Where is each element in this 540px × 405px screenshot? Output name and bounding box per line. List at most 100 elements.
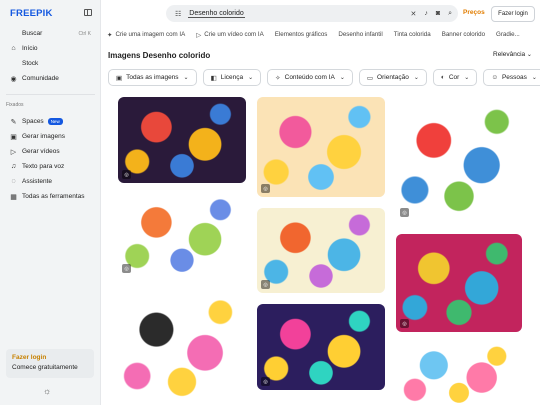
sidebar-item-texto-para-voz[interactable]: ♫ Texto para voz [0, 159, 101, 174]
sidebar-item-comunidade[interactable]: ◉ Comunidade [0, 71, 101, 86]
sidebar-item-inicio[interactable]: ⌂ Início [0, 41, 101, 56]
home-icon: ⌂ [11, 45, 16, 52]
ai-generated-icon: ◎ [122, 264, 131, 273]
filter-label: Conteúdo com IA [284, 74, 335, 81]
image-card[interactable]: ◎ [257, 208, 385, 293]
image-card[interactable]: ◎ [257, 97, 385, 197]
suggestion-colored-paint[interactable]: Tinta colorida [394, 29, 431, 40]
sidebar: FREEPIK Buscar Ctrl K ⌂ Início Stock ◉ C… [0, 0, 101, 405]
filter-orientation[interactable]: ▭ Orientação ⌄ [358, 69, 427, 86]
filter-label: Todas as imagens [126, 74, 179, 81]
suggestion-graphic-elements[interactable]: Elementos gráficos [275, 29, 328, 40]
voice-icon: ♫ [10, 163, 17, 170]
image-card[interactable] [118, 289, 246, 405]
sidebar-item-spaces[interactable]: ✎ Spaces New [0, 114, 101, 129]
search-input[interactable]: Desenho colorido [188, 10, 245, 18]
shortcut-hint: Ctrl K [78, 30, 92, 37]
microphone-icon[interactable]: ♪ [424, 10, 428, 18]
sidebar-item-gerar-videos[interactable]: ▷ Gerar vídeos [0, 144, 101, 159]
image-card[interactable]: ◎ [396, 97, 522, 221]
filter-license[interactable]: ◧ Licença ⌄ [202, 69, 262, 86]
sidebar-item-label: Gerar vídeos [22, 148, 60, 155]
ai-generated-icon: ◎ [400, 208, 409, 217]
search-icon[interactable]: ⌕ [448, 10, 452, 18]
chevron-down-icon: ⌄ [413, 75, 419, 81]
community-icon: ◉ [10, 75, 17, 83]
filter-all-images[interactable]: ▣ Todas as imagens ⌄ [108, 69, 197, 86]
search-bar[interactable]: ☷ Desenho colorido ✕ ♪ ◙ ⌕ [166, 5, 458, 22]
chevron-down-icon: ⌄ [183, 75, 189, 81]
clear-icon[interactable]: ✕ [410, 10, 416, 18]
image-card[interactable]: ◎ [118, 193, 246, 277]
filter-color[interactable]: ◐ Cor ⌄ [432, 69, 478, 86]
palette-icon: ◐ [440, 74, 445, 81]
filter-label: Pessoas [501, 74, 527, 81]
grid-icon: ▦ [10, 193, 17, 201]
chevron-down-icon: ⌄ [248, 75, 254, 81]
sidebar-item-label: Gerar imagens [22, 133, 65, 140]
sidebar-item-label: Texto para voz [22, 163, 65, 170]
filter-label: Orientação [377, 74, 409, 81]
license-icon: ◧ [210, 74, 217, 82]
suggestion-label: Crie um vídeo com IA [204, 31, 264, 38]
filter-label: Cor [448, 74, 460, 81]
login-button[interactable]: Fazer login [491, 6, 535, 22]
ai-generated-icon: ◎ [261, 184, 270, 193]
sidebar-item-label: Spaces [22, 118, 44, 125]
ai-generated-icon: ◎ [400, 319, 409, 328]
pricing-link[interactable]: Preços [463, 9, 485, 16]
filter-people[interactable]: ☺ Pessoas ⌄ [483, 69, 540, 86]
section-label-fixados: Fixados [6, 102, 24, 108]
login-card-title: Fazer login [12, 354, 47, 361]
filter-ai-content[interactable]: ✧ Conteúdo com IA ⌄ [267, 69, 353, 86]
ai-icon: ✧ [275, 74, 281, 82]
chevron-down-icon: ⌄ [531, 75, 537, 81]
suggestion-kids-drawing[interactable]: Desenho infantil [338, 29, 382, 40]
sidebar-item-gerar-imagens[interactable]: ▣ Gerar imagens [0, 129, 101, 144]
spaces-icon: ✎ [10, 118, 17, 126]
new-badge: New [47, 118, 63, 125]
theme-toggle-icon[interactable]: ☼ [43, 386, 51, 396]
suggestion-label: Crie uma imagem com IA [115, 31, 186, 38]
sparkle-icon: ✦ [107, 31, 113, 39]
ai-generated-icon: ◎ [261, 377, 270, 386]
orientation-icon: ▭ [366, 74, 374, 82]
chevron-down-icon: ⌄ [464, 75, 470, 81]
sidebar-item-label: Assistente [22, 178, 52, 185]
sidebar-divider [6, 94, 95, 95]
image-card[interactable]: ◎ [118, 97, 246, 183]
login-card-subtitle: Comece gratuitamente [12, 364, 78, 371]
sidebar-item-label: Início [22, 45, 38, 52]
assistant-icon: ◌ [11, 178, 16, 185]
ai-generated-icon: ◎ [122, 170, 131, 179]
video-icon: ▷ [10, 148, 17, 156]
sidebar-login-card[interactable]: Fazer login Comece gratuitamente [6, 349, 94, 378]
chevron-down-icon: ⌄ [339, 75, 345, 81]
sidebar-item-label: Buscar [22, 30, 43, 37]
sidebar-item-stock[interactable]: Stock [0, 56, 101, 71]
sidebar-item-todas-ferramentas[interactable]: ▦ Todas as ferramentas [0, 189, 101, 204]
nav-pinned: ✎ Spaces New ▣ Gerar imagens ▷ Gerar víd… [0, 114, 101, 204]
sidebar-item-buscar[interactable]: Buscar Ctrl K [0, 26, 101, 41]
search-tools: ✕ ♪ ◙ ⌕ [410, 10, 452, 18]
video-icon: ▷ [196, 31, 202, 39]
suggestion-colored-banner[interactable]: Banner colorido [442, 29, 485, 40]
collapse-sidebar-icon[interactable] [84, 9, 92, 16]
sidebar-item-assistente[interactable]: ◌ Assistente [0, 174, 101, 189]
ai-generated-icon: ◎ [261, 280, 270, 289]
suggestion-gradient[interactable]: Gradie... [496, 29, 520, 40]
page-title: Imagens Desenho colorido [108, 51, 211, 60]
suggestion-create-video[interactable]: ▷ Crie um vídeo com IA [196, 29, 264, 40]
image-card[interactable] [396, 344, 522, 405]
image-card[interactable]: ◎ [257, 304, 385, 390]
image-icon: ▣ [116, 74, 123, 82]
sort-dropdown[interactable]: Relevância [493, 51, 532, 58]
suggestion-bar: ✦ Crie uma imagem com IA ▷ Crie um vídeo c… [107, 29, 540, 40]
camera-icon[interactable]: ◙ [436, 10, 440, 18]
filter-icon[interactable]: ☷ [175, 10, 181, 18]
freepik-logo[interactable]: FREEPIK [10, 8, 53, 19]
image-card[interactable]: ◎ [396, 234, 522, 332]
sidebar-item-label: Stock [22, 60, 39, 67]
suggestion-create-image[interactable]: ✦ Crie uma imagem com IA [107, 29, 185, 40]
sidebar-item-label: Comunidade [22, 75, 59, 82]
